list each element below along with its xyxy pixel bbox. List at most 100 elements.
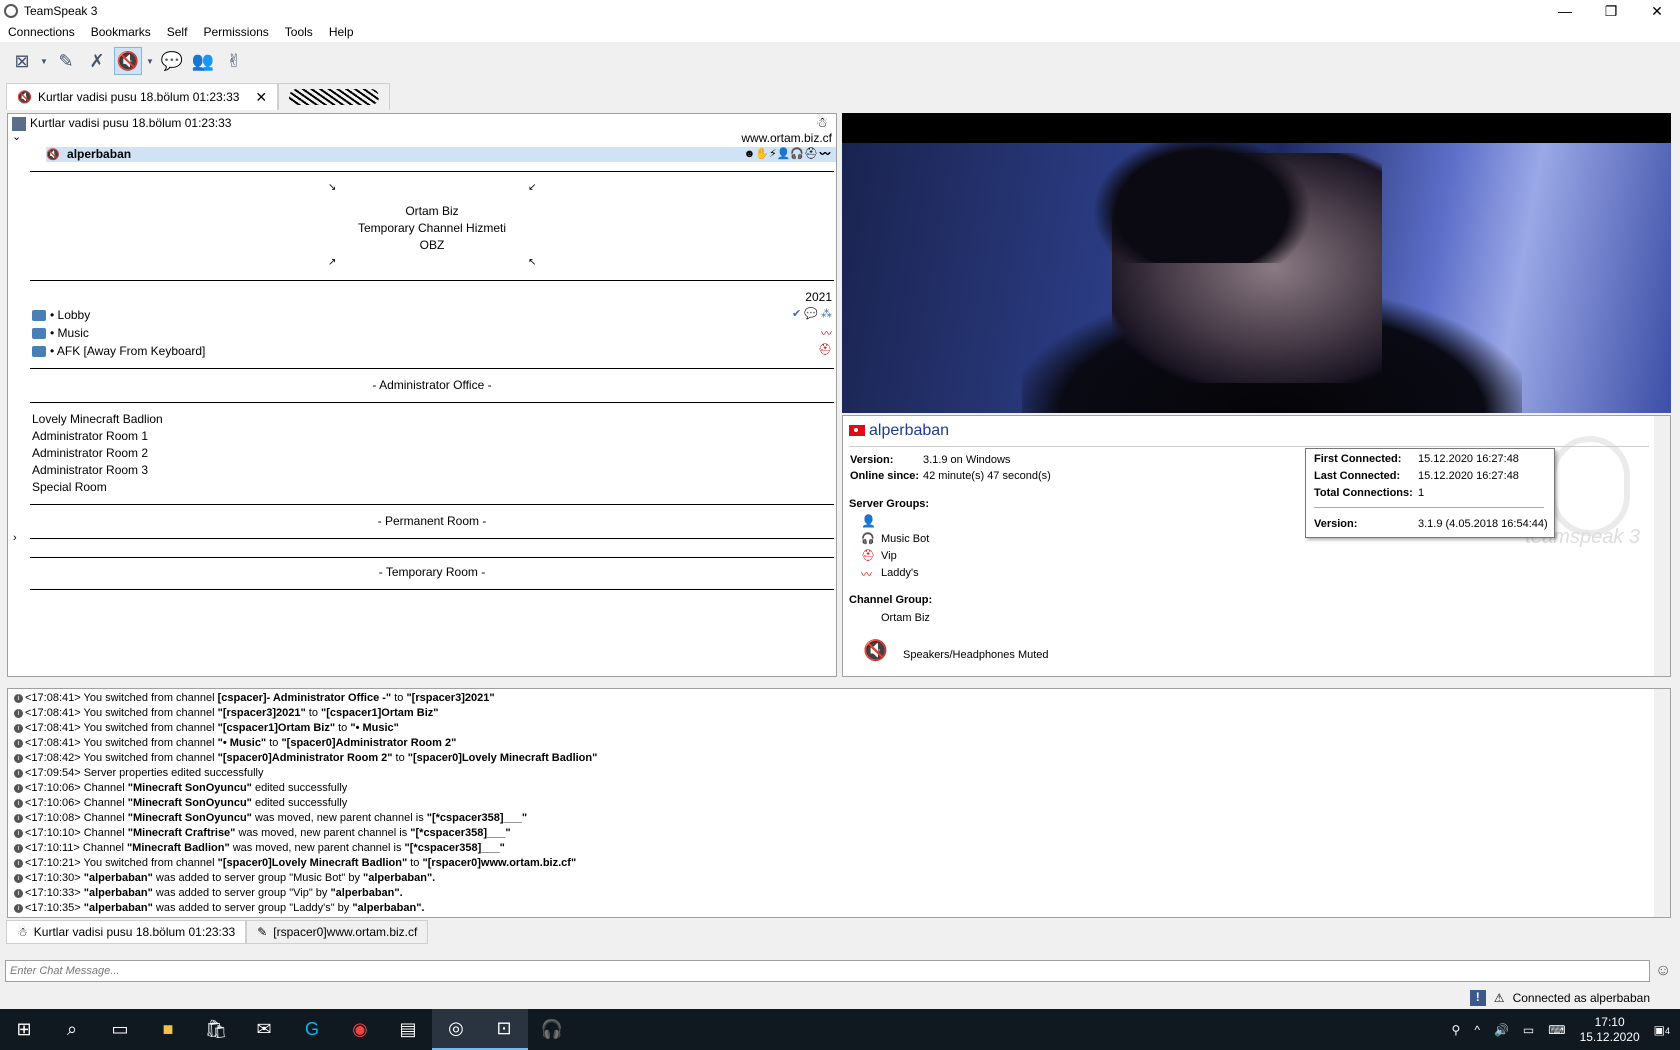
divider	[30, 538, 834, 539]
room-special[interactable]: Special Room	[32, 480, 107, 494]
mute-speakers-icon[interactable]: 🔇	[114, 47, 142, 75]
menu-bookmarks[interactable]: Bookmarks	[83, 25, 159, 39]
chrome-icon[interactable]: ◉	[336, 1009, 384, 1050]
vip-hat-icon: ⛑	[861, 550, 875, 562]
chat-tab-channel[interactable]: ✎ [rspacer0]www.ortam.biz.cf	[246, 920, 429, 944]
whisper-icon[interactable]: ✌	[220, 47, 248, 75]
tray-chevron-icon[interactable]: ^	[1474, 1023, 1480, 1037]
speakers-muted-text: Speakers/Headphones Muted	[903, 649, 1049, 661]
year-spacer[interactable]: 2021	[805, 290, 832, 304]
menu-permissions[interactable]: Permissions	[195, 25, 276, 39]
mute-microphone-icon[interactable]: ✗	[83, 47, 111, 75]
info-icon: i	[14, 873, 23, 883]
task-view-icon[interactable]: ▭	[96, 1009, 144, 1050]
log-line: i <17:10:06> Channel "Minecraft SonOyuncu…	[14, 782, 347, 794]
info-icon: i	[14, 828, 23, 838]
menu-tools[interactable]: Tools	[277, 25, 321, 39]
server-tab-redacted[interactable]	[278, 83, 391, 110]
server-tab-active[interactable]: 🔇 Kurtlar vadisi pusu 18.bölum 01:23:33 …	[6, 83, 279, 110]
teamspeak-watermark-icon	[1550, 436, 1630, 536]
expand-chevron-icon[interactable]: ›	[13, 532, 17, 544]
store-icon[interactable]: 🛍	[192, 1009, 240, 1050]
total-connections-value: 1	[1418, 487, 1425, 499]
network-icon[interactable]: ▭	[1523, 1023, 1534, 1037]
menu-help[interactable]: Help	[321, 25, 362, 39]
app-icon[interactable]: ▤	[384, 1009, 432, 1050]
temporary-room-header[interactable]: - Temporary Room -	[30, 565, 834, 579]
permanent-room-header[interactable]: - Permanent Room -	[30, 514, 834, 528]
server-root[interactable]: Kurtlar vadisi pusu 18.bölum 01:23:33	[12, 116, 231, 131]
banner-line-2[interactable]: Temporary Channel Hizmeti	[30, 221, 834, 235]
room-admin-3[interactable]: Administrator Room 3	[32, 463, 148, 477]
client-row-alperbaban[interactable]: 🔇 alperbaban ☻✋⚡👤🎧⛑〰	[46, 147, 836, 162]
channel-afk-label: • AFK [Away From Keyboard]	[50, 344, 206, 358]
divider	[30, 557, 834, 558]
server-groups-label: Server Groups:	[849, 498, 930, 510]
alert-icon[interactable]: !	[1469, 990, 1486, 1006]
room-lovely-minecraft[interactable]: Lovely Minecraft Badlion	[32, 412, 163, 426]
collapse-chevron-icon[interactable]: ⌄	[12, 130, 21, 143]
info-icon: i	[14, 693, 23, 703]
last-connected-value: 15.12.2020 16:27:48	[1418, 470, 1519, 482]
logitech-icon[interactable]: G	[288, 1009, 336, 1050]
menu-connections[interactable]: Connections	[0, 25, 83, 39]
keyboard-language-icon[interactable]: ⌨	[1548, 1023, 1565, 1037]
notifications-icon[interactable]: ▣4	[1654, 1023, 1670, 1037]
minimize-button[interactable]: —	[1542, 0, 1588, 22]
channel-music[interactable]: • Music	[32, 326, 89, 340]
info-scrollbar[interactable]	[1654, 416, 1670, 676]
search-icon[interactable]: ⌕	[48, 1009, 96, 1050]
last-connected-label: Last Connected:	[1314, 470, 1401, 482]
start-icon[interactable]: ⊞	[0, 1009, 48, 1050]
mail-icon[interactable]: ✉	[240, 1009, 288, 1050]
log-scrollbar[interactable]	[1654, 689, 1670, 917]
divider	[30, 368, 834, 369]
emoji-icon[interactable]: ☺	[1655, 962, 1671, 980]
clock[interactable]: 17:10 15.12.2020	[1580, 1015, 1640, 1045]
version-value: 3.1.9 on Windows	[923, 454, 1011, 466]
client-info-name: alperbaban	[849, 422, 949, 440]
windows-taskbar: ⊞ ⌕ ▭ ■ 🛍 ✉ G ◉ ▤ ◎ ⊡ 🎧 ⚲ ^ 🔊 ▭ ⌨ 17:10 1…	[0, 1009, 1680, 1050]
chat-tabs: ☃ Kurtlar vadisi pusu 18.bölum 01:23:33 ✎…	[6, 920, 429, 944]
contacts-icon[interactable]: 👥	[189, 47, 217, 75]
corner-arrow-icon: ↙	[528, 182, 537, 193]
maximize-button[interactable]: ❐	[1588, 0, 1634, 22]
chat-tab-server[interactable]: ☃ Kurtlar vadisi pusu 18.bölum 01:23:33	[6, 920, 247, 944]
headset-icon[interactable]: 🎧	[528, 1009, 576, 1050]
speakers-muted-icon: 🔇	[863, 640, 888, 662]
banner-line-1[interactable]: Ortam Biz	[30, 204, 834, 218]
subscribe-icon[interactable]: 💬	[158, 47, 186, 75]
network-app-icon[interactable]: ⊡	[480, 1009, 528, 1050]
menu-self[interactable]: Self	[159, 25, 196, 39]
mute-dropdown-icon[interactable]: ▼	[145, 47, 155, 75]
teamspeak-taskbar-icon[interactable]: ◎	[432, 1009, 480, 1050]
log-line: i <17:09:54> Server properties edited suc…	[14, 767, 263, 779]
corner-arrow-icon: ↘	[328, 182, 337, 193]
title-bar: TeamSpeak 3 — ❐ ✕	[0, 0, 1680, 22]
tooltip-version-value: 3.1.9 (4.05.2018 16:54:44)	[1418, 518, 1548, 530]
away-icon[interactable]: ✎	[52, 47, 80, 75]
teamspeak-window: TeamSpeak 3 — ❐ ✕ Connections Bookmarks …	[0, 0, 1680, 1050]
first-connected-label: First Connected:	[1314, 453, 1402, 465]
warning-icon[interactable]: ⚠	[1494, 991, 1505, 1005]
banner-line-3[interactable]: OBZ	[30, 238, 834, 252]
connect-dropdown-icon[interactable]: ▼	[39, 47, 49, 75]
spacer-domain[interactable]: www.ortam.biz.cf	[741, 131, 832, 145]
admin-office-header[interactable]: - Administrator Office -	[30, 378, 834, 392]
people-icon[interactable]: ⚲	[1452, 1023, 1461, 1037]
avatar-hair	[1092, 133, 1312, 263]
info-icon: i	[14, 858, 23, 868]
room-admin-2[interactable]: Administrator Room 2	[32, 446, 148, 460]
volume-icon[interactable]: 🔊	[1494, 1023, 1509, 1037]
info-icon: i	[14, 708, 23, 718]
chat-input[interactable]: Enter Chat Message...	[5, 960, 1650, 982]
file-explorer-icon[interactable]: ■	[144, 1009, 192, 1050]
close-button[interactable]: ✕	[1634, 0, 1680, 22]
connect-icon[interactable]: ⊠	[8, 47, 36, 75]
close-tab-icon[interactable]: ✕	[255, 89, 267, 106]
info-icon: i	[14, 738, 23, 748]
room-admin-1[interactable]: Administrator Room 1	[32, 429, 148, 443]
channel-lobby[interactable]: • Lobby	[32, 308, 90, 322]
channel-afk[interactable]: • AFK [Away From Keyboard]	[32, 344, 205, 358]
client-badges-icon: ☻✋⚡👤🎧⛑〰	[743, 148, 832, 160]
